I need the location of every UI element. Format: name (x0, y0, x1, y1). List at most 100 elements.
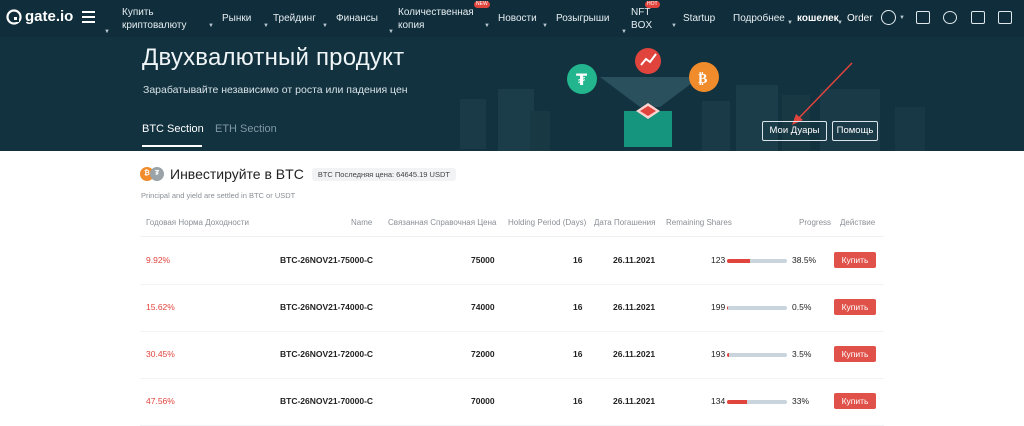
buy-button[interactable]: Купить (834, 346, 876, 362)
nav-nft-box[interactable]: NFT BOX HOT ▼ (631, 0, 652, 37)
last-price-badge: BTC Последняя цена: 64645.19 USDT (312, 168, 456, 181)
chevron-down-icon: ▼ (542, 20, 548, 33)
nav-markets[interactable]: Рынки ▼ (222, 0, 251, 37)
nav-news[interactable]: Новости ▼ (498, 0, 537, 37)
remaining-shares: 199 (711, 302, 725, 312)
annual-yield: 15.62% (146, 302, 175, 312)
hot-badge: HOT (645, 1, 660, 8)
chevron-down-icon: ▼ (322, 20, 328, 33)
product-name: BTC-26NOV21-72000-C (280, 349, 373, 359)
tab-eth-section[interactable]: ETH Section (215, 123, 277, 135)
progress-bar-fill (727, 400, 747, 404)
page-subtitle: Зарабатывайте независимо от роста или па… (143, 84, 408, 96)
product-name: BTC-26NOV21-74000-C (280, 302, 373, 312)
chevron-down-icon: ▼ (484, 20, 490, 33)
annual-yield: 30.45% (146, 349, 175, 359)
gate-logo-icon (6, 9, 22, 25)
holding-days: 16 (573, 349, 582, 359)
new-badge: NEW (474, 1, 490, 8)
nav-trading[interactable]: Трейдинг ▼ (273, 0, 316, 37)
col-header-ref-price: Связанная Справочная Цена (388, 218, 497, 227)
progress-bar (727, 306, 787, 310)
maturity-date: 26.11.2021 (613, 255, 655, 265)
user-avatar-icon[interactable] (881, 10, 896, 25)
product-name: BTC-26NOV21-70000-C (280, 396, 373, 406)
remaining-shares: 193 (711, 349, 725, 359)
support-icon[interactable] (943, 11, 957, 24)
col-header-remaining-shares: Remaining Shares (666, 218, 732, 227)
my-duals-button[interactable]: Мои Дуары (762, 121, 827, 141)
progress-value: 38.5% (792, 255, 816, 265)
buy-button[interactable]: Купить (834, 252, 876, 268)
progress-value: 33% (792, 396, 809, 406)
language-icon[interactable] (971, 11, 985, 24)
remaining-shares: 123 (711, 255, 725, 265)
buy-button[interactable]: Купить (834, 393, 876, 409)
col-header-action: Действие (840, 218, 875, 227)
nav-label: Купить (122, 6, 154, 19)
col-header-progress: Progress (799, 218, 831, 227)
section-title: Инвестируйте в BTC (170, 166, 304, 182)
chevron-down-icon: ▼ (208, 20, 214, 33)
nav-label: BOX (631, 19, 652, 32)
progress-bar (727, 259, 787, 263)
progress-value: 0.5% (792, 302, 811, 312)
col-header-name: Name (351, 218, 372, 227)
settings-icon[interactable] (998, 11, 1012, 24)
ref-price: 72000 (471, 349, 495, 359)
menu-hamburger-icon[interactable] (82, 11, 95, 23)
nav-label: кошелек (797, 13, 839, 24)
holding-days: 16 (573, 255, 582, 265)
col-header-holding-period: Holding Period (Days) (508, 218, 586, 227)
nav-more[interactable]: Подробнее (733, 0, 785, 37)
progress-bar (727, 400, 787, 404)
ref-price: 70000 (471, 396, 495, 406)
buy-button[interactable]: Купить (834, 299, 876, 315)
col-header-maturity-date: Дата Погашения (594, 218, 655, 227)
maturity-date: 26.11.2021 (613, 396, 655, 406)
nav-label: Трейдинг (273, 12, 316, 25)
col-header-annual-yield[interactable]: Годовая Норма Доходности (146, 218, 249, 227)
chevron-down-icon: ▼ (671, 20, 677, 33)
nav-label: Рынки (222, 12, 251, 25)
svg-text:₿: ₿ (698, 71, 707, 87)
progress-bar-fill (727, 259, 750, 263)
progress-value: 3.5% (792, 349, 811, 359)
help-button[interactable]: Помощь (832, 121, 878, 141)
maturity-date: 26.11.2021 (613, 302, 655, 312)
gateio-logo[interactable]: gate.io (6, 8, 73, 25)
hero-banner: ₮ ₿ Двухвалютный продукт Зарабатывайте н… (0, 37, 1024, 151)
nav-finance[interactable]: Финансы ▼ (336, 0, 378, 37)
nav-label: Количественная (398, 6, 474, 19)
usdt-coin-icon: ₮ (150, 167, 164, 181)
nav-wallet[interactable]: кошелек ▼ (797, 0, 839, 37)
download-app-icon[interactable] (916, 11, 930, 24)
holding-days: 16 (573, 302, 582, 312)
settlement-note: Principal and yield are settled in BTC o… (141, 191, 295, 200)
nav-buy-crypto[interactable]: Купить криптовалюту ▼ (122, 0, 187, 37)
ref-price: 74000 (471, 302, 495, 312)
brand-name: gate.io (25, 8, 73, 25)
table-row: 47.56% BTC-26NOV21-70000-C 70000 16 26.1… (140, 378, 884, 426)
annual-yield: 9.92% (146, 255, 170, 265)
product-name: BTC-26NOV21-75000-C (280, 255, 373, 265)
svg-text:₮: ₮ (576, 70, 587, 89)
nav-copy-trading[interactable]: Количественная копия NEW ▼ (398, 0, 474, 37)
nav-order[interactable]: Order ▼ (847, 0, 873, 37)
table-header: Годовая Норма Доходности Name Связанная … (140, 211, 884, 237)
chevron-down-icon: ▼ (263, 20, 269, 33)
nav-label: копия (398, 19, 424, 32)
coin-pair-icon: ₿ ₮ (140, 167, 164, 181)
maturity-date: 26.11.2021 (613, 349, 655, 359)
nav-label: криптовалюту (122, 19, 187, 32)
table-row: 30.45% BTC-26NOV21-72000-C 72000 16 26.1… (140, 331, 884, 379)
table-row: 15.62% BTC-26NOV21-74000-C 74000 16 26.1… (140, 284, 884, 332)
nav-label: Startup (683, 12, 715, 25)
holding-days: 16 (573, 396, 582, 406)
nav-giveaways[interactable]: Розыгрыши ▼ (556, 0, 609, 37)
chevron-down-icon: ▼ (837, 20, 843, 26)
tab-btc-section[interactable]: BTC Section (142, 123, 204, 135)
chevron-down-icon: ▼ (787, 20, 793, 26)
nav-startup[interactable]: Startup ▼ (683, 0, 715, 37)
nav-label: Новости (498, 12, 537, 25)
